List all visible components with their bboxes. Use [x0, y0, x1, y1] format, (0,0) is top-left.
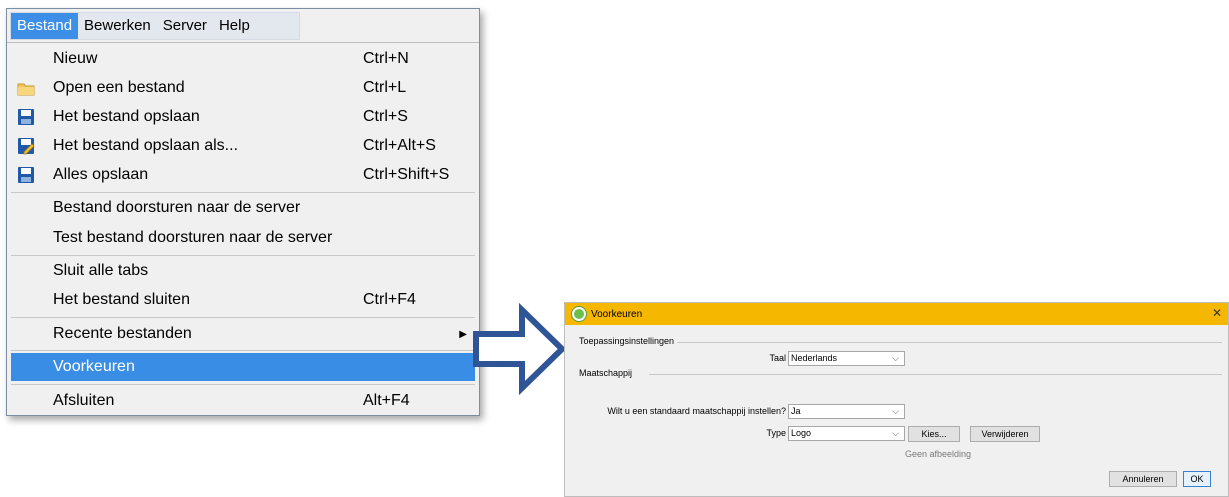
save-all-icon [15, 164, 37, 186]
submenu-arrow-icon: ▶ [459, 328, 467, 340]
section-label-company: Maatschappij [579, 368, 633, 378]
menu-separator [11, 317, 475, 318]
menu-item-recente-bestanden[interactable]: Recente bestanden ▶ [11, 320, 475, 348]
menu-separator [11, 192, 475, 193]
default-company-value: Ja [791, 406, 801, 416]
menu-item-label: Het bestand opslaan als... [53, 137, 239, 154]
section-divider [677, 342, 1222, 343]
type-label: Type [766, 428, 786, 438]
app-logo-icon [572, 307, 586, 321]
menu-item-voorkeuren[interactable]: Voorkeuren [11, 353, 475, 381]
section-divider [649, 374, 1222, 375]
language-value: Nederlands [791, 353, 838, 363]
menu-item-shortcut: Ctrl+Shift+S [363, 166, 450, 183]
menu-bestand[interactable]: Bestand [11, 12, 79, 39]
menu-item-label: Het bestand sluiten [53, 291, 190, 308]
menu-item-opslaan[interactable]: Het bestand opslaan Ctrl+S [11, 103, 475, 131]
menu-item-label: Voorkeuren [53, 358, 135, 375]
menu-item-label: Test bestand doorsturen naar de server [53, 229, 333, 246]
menu-item-shortcut: Ctrl+L [363, 79, 407, 96]
menu-item-nieuw[interactable]: Nieuw Ctrl+N [11, 45, 475, 73]
type-value: Logo [791, 428, 812, 438]
menu-item-label: Nieuw [53, 50, 98, 67]
preferences-dialog: Voorkeuren ✕ Toepassingsinstellingen Taa… [564, 302, 1229, 497]
flow-arrow-icon [473, 302, 567, 396]
no-image-text: Geen afbeelding [905, 449, 972, 459]
menu-item-doorsturen[interactable]: Bestand doorsturen naar de server [11, 194, 475, 222]
menu-bewerken[interactable]: Bewerken [78, 13, 157, 39]
menu-item-open[interactable]: Open een bestand Ctrl+L [11, 74, 475, 102]
language-label: Taal [769, 353, 786, 363]
chevron-down-icon: ⌵ [892, 428, 899, 438]
section-label-application: Toepassingsinstellingen [579, 336, 675, 346]
menu-item-label: Alles opslaan [53, 166, 149, 183]
menu-item-test-doorsturen[interactable]: Test bestand doorsturen naar de server [11, 224, 475, 252]
menu-item-alles-opslaan[interactable]: Alles opslaan Ctrl+Shift+S [11, 161, 475, 189]
save-as-icon [15, 135, 37, 157]
menu-item-sluiten[interactable]: Het bestand sluiten Ctrl+F4 [11, 286, 475, 314]
menu-item-shortcut: Ctrl+N [363, 50, 409, 67]
ok-button[interactable]: OK [1183, 471, 1211, 487]
menu-item-label: Het bestand opslaan [53, 108, 200, 125]
menu-separator [11, 255, 475, 256]
menu-item-shortcut: Alt+F4 [363, 392, 410, 409]
menu-item-shortcut: Ctrl+Alt+S [363, 137, 436, 154]
type-select[interactable]: Logo ⌵ [788, 426, 905, 441]
cancel-button[interactable]: Annuleren [1109, 471, 1177, 487]
menu-item-afsluiten[interactable]: Afsluiten Alt+F4 [11, 387, 475, 415]
choose-button[interactable]: Kies... [908, 426, 960, 442]
menu-item-shortcut: Ctrl+F4 [363, 291, 416, 308]
menu-bar: Bestand Bewerken Server Help [7, 9, 479, 42]
menu-separator [11, 350, 475, 351]
menu-separator [11, 384, 475, 385]
remove-button[interactable]: Verwijderen [970, 426, 1040, 442]
file-menu-dropdown: Nieuw Ctrl+N Open een bestand Ctrl+L Het… [7, 42, 479, 415]
default-company-label: Wilt u een standaard maatschappij instel… [607, 406, 786, 416]
chevron-down-icon: ⌵ [892, 406, 899, 416]
close-icon[interactable]: ✕ [1212, 306, 1222, 320]
dialog-title: Voorkeuren [591, 308, 643, 320]
save-icon [15, 106, 37, 128]
menu-item-sluit-tabs[interactable]: Sluit alle tabs [11, 257, 475, 285]
menu-item-label: Bestand doorsturen naar de server [53, 199, 301, 216]
menu-item-label: Recente bestanden [53, 325, 192, 342]
language-select[interactable]: Nederlands ⌵ [788, 351, 905, 366]
folder-icon [15, 77, 37, 99]
menu-item-label: Sluit alle tabs [53, 262, 149, 279]
dialog-title-bar[interactable]: Voorkeuren ✕ [565, 303, 1228, 325]
menu-server[interactable]: Server [157, 13, 213, 39]
menu-help[interactable]: Help [213, 13, 256, 39]
menu-item-shortcut: Ctrl+S [363, 108, 408, 125]
default-company-select[interactable]: Ja ⌵ [788, 404, 905, 419]
menu-item-label: Open een bestand [53, 79, 185, 96]
file-menu-screenshot: Bestand Bewerken Server Help Nieuw Ctrl+… [6, 8, 480, 416]
menu-item-opslaan-als[interactable]: Het bestand opslaan als... Ctrl+Alt+S [11, 132, 475, 160]
chevron-down-icon: ⌵ [892, 353, 899, 363]
menu-item-label: Afsluiten [53, 392, 115, 409]
